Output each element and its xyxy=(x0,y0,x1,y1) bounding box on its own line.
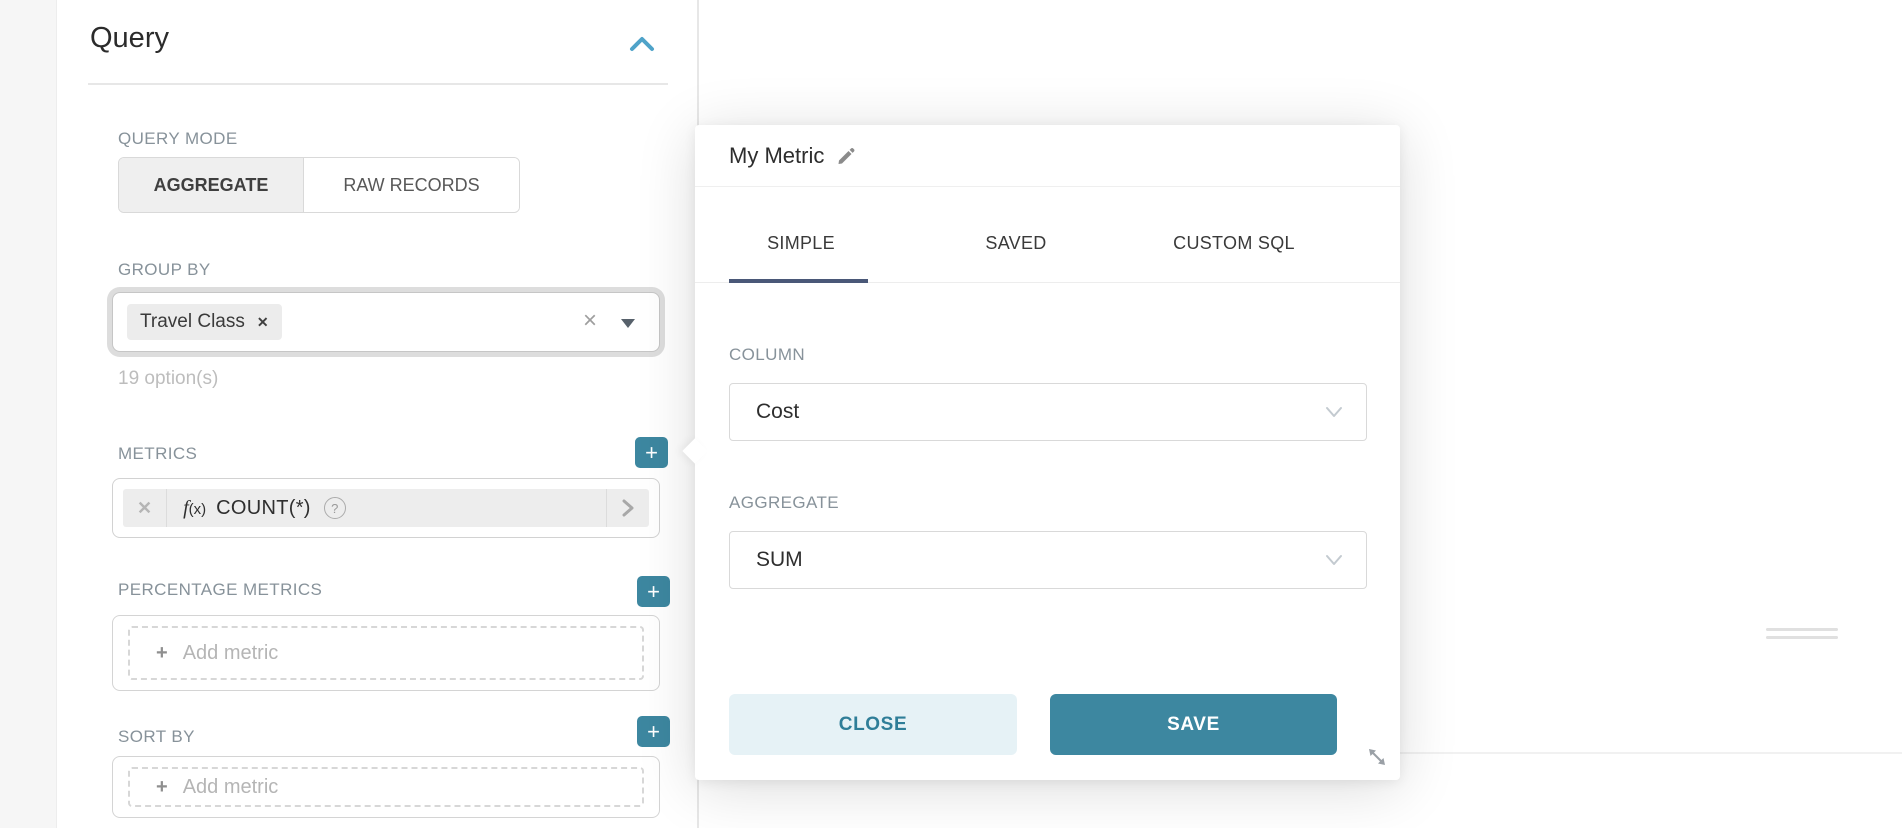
aggregate-select[interactable]: SUM xyxy=(729,531,1367,589)
add-metric-placeholder: Add metric xyxy=(183,776,279,799)
percentage-metrics-container: + Add metric xyxy=(112,615,660,691)
section-divider xyxy=(88,83,668,85)
add-metric-placeholder: Add metric xyxy=(183,642,279,665)
help-icon: ? xyxy=(324,497,346,519)
add-sort-by-button[interactable]: + xyxy=(637,716,670,747)
tab-custom-sql[interactable]: CUSTOM SQL xyxy=(1173,233,1295,254)
tab-simple[interactable]: SIMPLE xyxy=(767,233,835,254)
metric-expand-button[interactable] xyxy=(607,489,649,527)
tab-saved[interactable]: SAVED xyxy=(985,233,1046,254)
column-select[interactable]: Cost xyxy=(729,383,1367,441)
percentage-metrics-label: PERCENTAGE METRICS xyxy=(118,580,322,600)
popover-tabs: SIMPLE SAVED CUSTOM SQL xyxy=(695,187,1400,283)
function-icon: f(x) xyxy=(183,497,206,520)
pencil-icon xyxy=(836,146,856,166)
group-by-tag-label: Travel Class xyxy=(140,311,245,333)
column-select-value: Cost xyxy=(756,400,799,424)
diagonal-resize-icon xyxy=(1366,746,1388,768)
remove-metric-icon[interactable]: ✕ xyxy=(123,498,166,519)
add-percentage-metric-ghost-button[interactable]: + Add metric xyxy=(128,626,644,680)
group-by-tag: Travel Class ✕ xyxy=(127,304,282,340)
add-sort-by-ghost-button[interactable]: + Add metric xyxy=(128,767,644,807)
column-label: COLUMN xyxy=(729,345,805,365)
save-button[interactable]: SAVE xyxy=(1050,694,1337,755)
pill-divider xyxy=(166,489,167,527)
chevron-down-icon xyxy=(1324,405,1344,424)
aggregate-label: AGGREGATE xyxy=(729,493,839,513)
edit-title-button[interactable] xyxy=(836,146,856,166)
query-mode-aggregate-button[interactable]: AGGREGATE xyxy=(119,158,304,212)
query-mode-toggle: AGGREGATE RAW RECORDS xyxy=(118,157,520,213)
plus-icon: + xyxy=(156,642,168,665)
chevron-down-icon xyxy=(1324,553,1344,572)
metric-name: COUNT(*) xyxy=(216,497,311,520)
chevron-up-icon xyxy=(626,32,658,56)
collapse-section-button[interactable] xyxy=(626,32,658,56)
query-mode-label: QUERY MODE xyxy=(118,129,238,149)
caret-down-icon[interactable] xyxy=(621,319,635,328)
popover-resize-handle[interactable] xyxy=(1366,746,1388,768)
query-section-title: Query xyxy=(90,22,169,55)
close-button[interactable]: CLOSE xyxy=(729,694,1017,755)
metric-editor-popover: My Metric SIMPLE SAVED CUSTOM SQL COLUMN… xyxy=(695,125,1400,780)
metric-pill[interactable]: ✕ f(x) COUNT(*) ? xyxy=(123,489,649,527)
popover-arrow xyxy=(682,438,707,463)
group-by-options-count: 19 option(s) xyxy=(118,368,218,390)
sort-by-container: + Add metric xyxy=(112,756,660,818)
sort-by-label: SORT BY xyxy=(118,727,195,747)
metric-title: My Metric xyxy=(729,143,824,169)
aggregate-select-value: SUM xyxy=(756,548,803,572)
clear-all-icon[interactable]: × xyxy=(583,307,597,335)
plus-icon: + xyxy=(156,776,168,799)
active-tab-indicator xyxy=(729,279,868,283)
group-by-select[interactable]: Travel Class ✕ × xyxy=(112,292,660,352)
add-metric-button[interactable]: + xyxy=(635,437,668,468)
add-percentage-metric-button[interactable]: + xyxy=(637,576,670,607)
metric-container: ✕ f(x) COUNT(*) ? xyxy=(112,478,660,538)
metrics-label: METRICS xyxy=(118,444,197,464)
chart-resize-handle-bar[interactable] xyxy=(1766,628,1838,631)
popover-header: My Metric xyxy=(695,125,1400,187)
group-by-label: GROUP BY xyxy=(118,260,211,280)
chart-resize-handle-bar[interactable] xyxy=(1766,636,1838,639)
chevron-right-icon xyxy=(621,498,635,518)
left-gutter xyxy=(0,0,57,828)
tag-close-icon[interactable]: ✕ xyxy=(257,314,269,331)
query-mode-raw-records-button[interactable]: RAW RECORDS xyxy=(304,158,519,212)
